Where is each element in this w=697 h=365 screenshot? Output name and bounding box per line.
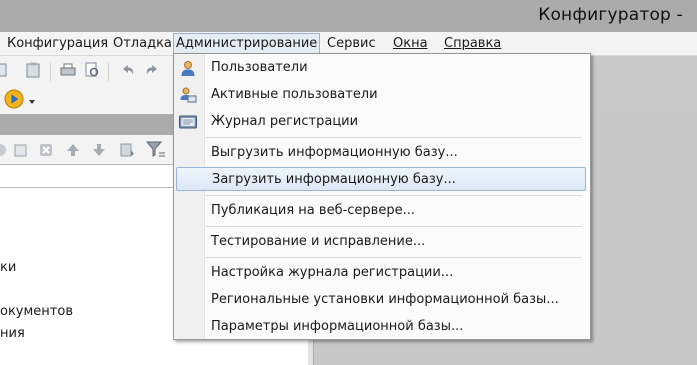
active-users-icon — [180, 87, 197, 103]
menu-item-infobase-parameters[interactable]: Параметры информационной базы... — [176, 315, 586, 339]
print-icon[interactable] — [60, 62, 76, 78]
menu-item-label: Выгрузить информационную базу... — [211, 145, 458, 160]
tree-item[interactable]: окументов — [0, 304, 73, 319]
menu-service[interactable]: Сервис — [325, 35, 378, 52]
toolbar-separator — [50, 63, 51, 81]
copy-icon[interactable] — [0, 62, 16, 78]
print-preview-icon[interactable] — [84, 62, 100, 78]
move-up-icon[interactable] — [65, 142, 81, 158]
menu-item-web-publish[interactable]: Публикация на веб-сервере... — [176, 199, 586, 223]
menu-item-label: Настройка журнала регистрации... — [211, 265, 454, 280]
add-icon[interactable] — [0, 142, 8, 158]
administration-dropdown: Пользователи Активные пользователи Журна… — [173, 53, 591, 340]
copy-item-icon[interactable] — [13, 142, 29, 158]
toolbar-separator — [108, 63, 109, 81]
menu-item-label: Региональные установки информационной ба… — [211, 292, 559, 307]
menu-item-users[interactable]: Пользователи — [176, 56, 586, 80]
menu-item-label: Пользователи — [211, 60, 308, 75]
delete-icon[interactable] — [38, 142, 54, 158]
start-debug-icon[interactable] — [4, 89, 24, 109]
menu-item-label: Параметры информационной базы... — [211, 319, 464, 334]
menu-item-active-users[interactable]: Активные пользователи — [176, 83, 586, 107]
menu-item-label: Журнал регистрации — [211, 114, 359, 129]
menu-debug[interactable]: Отладка — [111, 35, 174, 52]
filter-icon[interactable] — [145, 140, 167, 160]
menu-administration[interactable]: Администрирование — [173, 33, 321, 54]
paste-icon[interactable] — [25, 62, 41, 78]
move-down-icon[interactable] — [91, 142, 107, 158]
menu-item-label: Загрузить информационную базу... — [212, 172, 456, 187]
menu-separator — [206, 257, 582, 258]
menu-separator — [206, 195, 582, 196]
log-icon — [179, 115, 197, 129]
menu-item-load-infobase[interactable]: Загрузить информационную базу... — [176, 167, 586, 191]
redo-icon[interactable] — [144, 62, 160, 78]
menu-item-log-settings[interactable]: Настройка журнала регистрации... — [176, 261, 586, 285]
menu-item-test-repair[interactable]: Тестирование и исправление... — [176, 230, 586, 254]
menu-item-event-log[interactable]: Журнал регистрации — [176, 110, 586, 134]
menu-windows[interactable]: Окна — [391, 35, 430, 52]
menu-configuration[interactable]: Конфигурация — [5, 35, 110, 52]
sort-icon[interactable] — [119, 142, 135, 158]
user-icon — [181, 61, 195, 76]
chevron-down-icon[interactable] — [28, 98, 36, 106]
menu-item-regional-settings[interactable]: Региональные установки информационной ба… — [176, 288, 586, 312]
main-toolbar — [0, 56, 177, 86]
menu-help[interactable]: Справка — [442, 35, 503, 52]
menu-item-dump-infobase[interactable]: Выгрузить информационную базу... — [176, 141, 586, 165]
window-title: Конфигуратор - — [538, 5, 683, 25]
tree-item[interactable]: ки — [0, 260, 16, 275]
menu-separator — [206, 226, 582, 227]
undo-icon[interactable] — [120, 62, 136, 78]
menu-item-label: Активные пользователи — [211, 87, 378, 102]
menu-item-label: Тестирование и исправление... — [211, 234, 426, 249]
menu-item-label: Публикация на веб-сервере... — [211, 203, 415, 218]
menu-separator — [206, 137, 582, 138]
tree-item[interactable]: ния — [0, 326, 25, 341]
run-toolbar — [0, 86, 177, 114]
title-bar: Конфигуратор - — [0, 0, 697, 32]
